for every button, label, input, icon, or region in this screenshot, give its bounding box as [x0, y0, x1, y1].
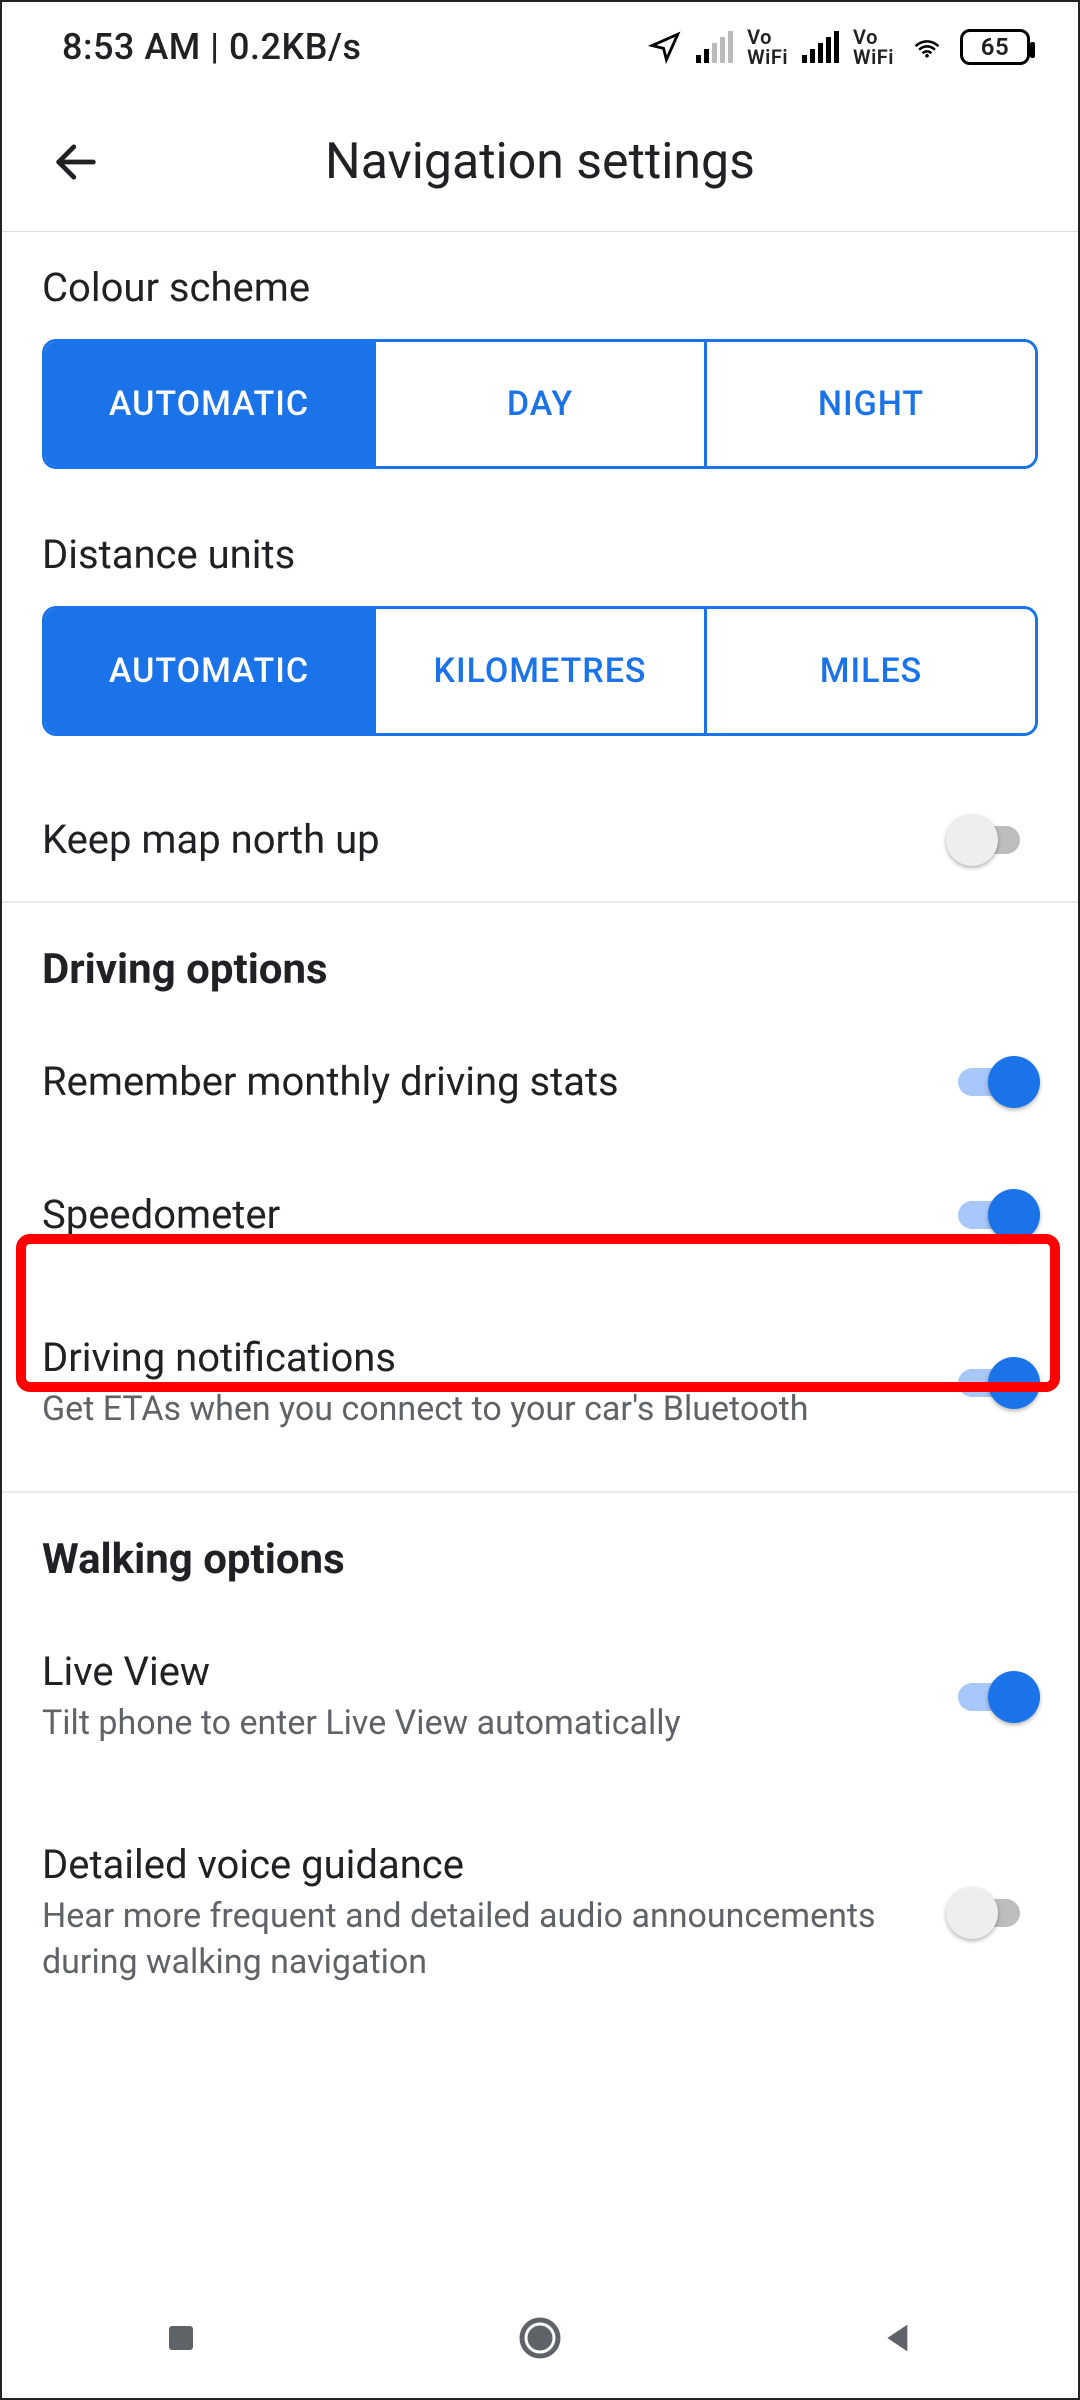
distance-kilometres[interactable]: KILOMETRES	[373, 609, 704, 733]
remember-stats-switch[interactable]	[948, 1059, 1038, 1105]
system-nav-bar	[2, 2278, 1078, 2398]
keep-north-title: Keep map north up	[42, 816, 908, 863]
status-net-speed: 0.2KB/s	[229, 26, 361, 68]
live-view-sub: Tilt phone to enter Live View automatica…	[42, 1701, 908, 1747]
nav-back-button[interactable]	[839, 2298, 959, 2378]
status-right: VoWiFi VoWiFi 65	[648, 27, 1030, 67]
distance-miles[interactable]: MILES	[704, 609, 1035, 733]
square-icon	[163, 2320, 199, 2356]
triangle-back-icon	[879, 2318, 919, 2358]
driving-notifications-title: Driving notifications	[42, 1334, 908, 1381]
live-view-switch[interactable]	[948, 1674, 1038, 1720]
voice-guidance-sub: Hear more frequent and detailed audio an…	[42, 1894, 908, 1986]
colour-scheme-segmented: AUTOMATIC DAY NIGHT	[42, 339, 1038, 469]
status-time: 8:53 AM	[62, 26, 201, 68]
speedometer-switch[interactable]	[948, 1192, 1038, 1238]
status-bar: 8:53 AM | 0.2KB/s VoWiFi VoWiFi 65	[2, 2, 1078, 92]
live-view-row[interactable]: Live View Tilt phone to enter Live View …	[2, 1592, 1078, 1785]
colour-scheme-label: Colour scheme	[42, 264, 1038, 311]
battery-icon: 65	[960, 29, 1030, 65]
app-bar: Navigation settings	[2, 92, 1078, 232]
nav-recent-button[interactable]	[121, 2298, 241, 2378]
vowifi-2-icon: VoWiFi	[853, 27, 894, 67]
distance-units-label: Distance units	[42, 531, 1038, 578]
arrow-back-icon	[50, 136, 102, 188]
voice-guidance-switch[interactable]	[948, 1890, 1038, 1936]
vowifi-1-icon: VoWiFi	[747, 27, 788, 67]
keep-north-row[interactable]: Keep map north up	[2, 778, 1078, 901]
driving-notifications-switch[interactable]	[948, 1360, 1038, 1406]
colour-scheme-day[interactable]: DAY	[373, 342, 704, 466]
location-icon	[648, 30, 682, 64]
distance-units-segmented: AUTOMATIC KILOMETRES MILES	[42, 606, 1038, 736]
speedometer-title: Speedometer	[42, 1191, 908, 1238]
remember-stats-title: Remember monthly driving stats	[42, 1058, 908, 1105]
status-left: 8:53 AM | 0.2KB/s	[62, 26, 362, 68]
colour-scheme-night[interactable]: NIGHT	[704, 342, 1035, 466]
driving-notifications-row[interactable]: Driving notifications Get ETAs when you …	[2, 1286, 1078, 1471]
live-view-title: Live View	[42, 1648, 908, 1695]
voice-guidance-title: Detailed voice guidance	[42, 1841, 908, 1888]
nav-home-button[interactable]	[480, 2298, 600, 2378]
voice-guidance-row[interactable]: Detailed voice guidance Hear more freque…	[2, 1785, 1078, 2024]
driving-options-header: Driving options	[2, 903, 1078, 1002]
driving-notifications-sub: Get ETAs when you connect to your car's …	[42, 1387, 908, 1433]
back-button[interactable]	[26, 112, 126, 212]
speedometer-row[interactable]: Speedometer	[2, 1143, 1078, 1286]
walking-options-header: Walking options	[2, 1493, 1078, 1592]
keep-north-switch[interactable]	[948, 817, 1038, 863]
remember-stats-row[interactable]: Remember monthly driving stats	[2, 1002, 1078, 1143]
signal-sim1-icon	[696, 31, 733, 63]
page-title: Navigation settings	[2, 133, 1078, 191]
circle-icon	[516, 2314, 564, 2362]
wifi-icon	[908, 32, 946, 62]
distance-automatic[interactable]: AUTOMATIC	[45, 609, 373, 733]
colour-scheme-automatic[interactable]: AUTOMATIC	[45, 342, 373, 466]
signal-sim2-icon	[802, 31, 839, 63]
